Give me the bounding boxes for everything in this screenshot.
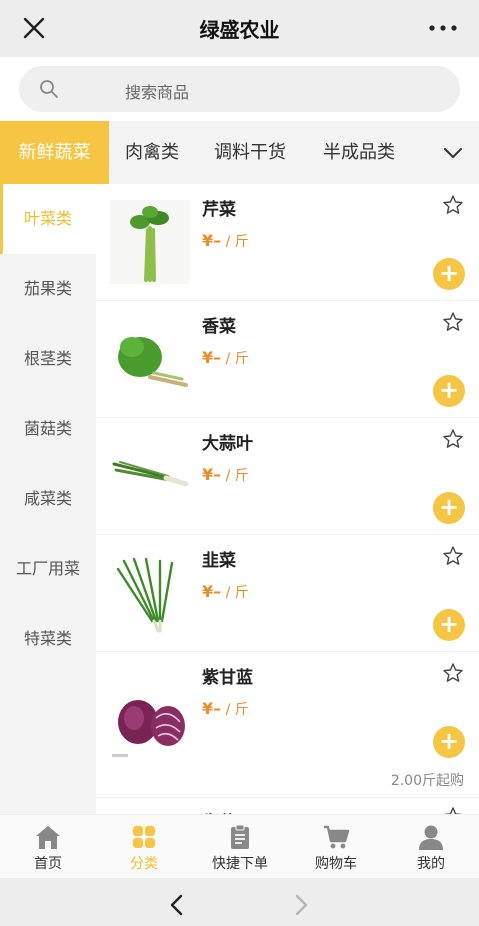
star-icon[interactable]: [442, 806, 464, 814]
product-list: 芹菜 ¥– / 斤 + 香菜 ¥– / 斤 + 大蒜叶 ¥– / 斤 + 韭菜 …: [96, 184, 479, 814]
chevron-down-icon[interactable]: [442, 142, 464, 164]
product-price: ¥– / 斤: [202, 231, 249, 250]
product-name: 大蒜叶: [202, 434, 253, 454]
sidebar-item-special[interactable]: 特菜类: [0, 604, 96, 674]
product-name: 芹菜: [202, 200, 236, 220]
product-price: ¥– / 斤: [202, 582, 249, 601]
nav-label: 我的: [417, 856, 445, 872]
close-icon[interactable]: [20, 14, 48, 42]
chives-image: [110, 551, 190, 635]
category-icon: [133, 826, 155, 848]
nav-category[interactable]: 分类: [96, 815, 192, 879]
list-item[interactable]: 芹菜 ¥– / 斤 +: [96, 184, 479, 301]
list-item[interactable]: 紫甘蓝 ¥– / 斤 + 2.00斤起购: [96, 652, 479, 798]
app-page: 绿盛农业 搜索商品 新鲜蔬菜 肉禽类 调料干货 半成品类 叶菜类 茄果类 根茎类…: [0, 0, 479, 926]
product-name: 韭菜: [202, 551, 236, 571]
sidebar-item-root[interactable]: 根茎类: [0, 324, 96, 394]
tab-seasonings[interactable]: 调料干货: [214, 121, 286, 184]
red-cabbage-image: [110, 678, 190, 762]
back-arrow-icon[interactable]: [168, 894, 186, 916]
nav-quick-order[interactable]: 快捷下单: [192, 815, 288, 879]
min-purchase-label: 2.00斤起购: [390, 773, 464, 789]
product-price: ¥– / 斤: [202, 699, 249, 718]
list-item[interactable]: 韭菜 ¥– / 斤 +: [96, 535, 479, 652]
sidebar-item-mushroom[interactable]: 菌菇类: [0, 394, 96, 464]
nav-label: 首页: [34, 856, 62, 872]
forward-arrow-icon[interactable]: [292, 894, 310, 916]
search-area: 搜索商品: [0, 57, 479, 121]
celery-image: [110, 200, 190, 284]
home-icon: [36, 826, 60, 849]
tab-semi-finished[interactable]: 半成品类: [323, 121, 395, 184]
nav-label: 分类: [130, 856, 158, 872]
list-item[interactable]: 生菜: [96, 798, 479, 814]
sidebar-item-factory[interactable]: 工厂用菜: [0, 534, 96, 604]
sidebar-item-pickled[interactable]: 咸菜类: [0, 464, 96, 534]
nav-cart[interactable]: 购物车: [288, 815, 384, 879]
sidebar-item-leafy[interactable]: 叶菜类: [0, 184, 96, 254]
product-price: ¥– / 斤: [202, 465, 249, 484]
browser-toolbar: [0, 878, 479, 926]
search-input[interactable]: 搜索商品: [19, 66, 460, 112]
category-tabs: 新鲜蔬菜 肉禽类 调料干货 半成品类: [0, 121, 479, 184]
search-icon: [40, 80, 58, 98]
bottom-nav: 首页 分类 快捷下单 购物车 我的: [0, 814, 479, 878]
star-icon[interactable]: [442, 194, 464, 216]
coriander-image: [110, 317, 190, 401]
product-name: 香菜: [202, 317, 236, 337]
add-to-cart-button[interactable]: +: [433, 609, 465, 641]
nav-label: 快捷下单: [212, 856, 268, 872]
product-price: ¥– / 斤: [202, 348, 249, 367]
search-placeholder: 搜索商品: [125, 83, 190, 102]
star-icon[interactable]: [442, 545, 464, 567]
add-to-cart-button[interactable]: +: [433, 375, 465, 407]
add-to-cart-button[interactable]: +: [433, 258, 465, 290]
nav-label: 购物车: [315, 856, 357, 872]
star-icon[interactable]: [442, 662, 464, 684]
add-to-cart-button[interactable]: +: [433, 726, 465, 758]
product-name: 紫甘蓝: [202, 668, 253, 688]
tab-meat-poultry[interactable]: 肉禽类: [125, 121, 179, 184]
page-title: 绿盛农业: [199, 18, 280, 42]
tab-fresh-vegetables[interactable]: 新鲜蔬菜: [0, 121, 109, 184]
nav-profile[interactable]: 我的: [383, 815, 479, 879]
more-dots-icon[interactable]: [427, 18, 459, 38]
title-bar: 绿盛农业: [0, 0, 479, 57]
star-icon[interactable]: [442, 428, 464, 450]
clipboard-icon: [231, 824, 249, 849]
list-item[interactable]: 香菜 ¥– / 斤 +: [96, 301, 479, 418]
subcategory-sidebar: 叶菜类 茄果类 根茎类 菌菇类 咸菜类 工厂用菜 特菜类: [0, 184, 96, 814]
star-icon[interactable]: [442, 311, 464, 333]
cart-icon: [324, 825, 350, 849]
nav-home[interactable]: 首页: [0, 815, 96, 879]
garlic-leaf-image: [110, 434, 190, 518]
user-icon: [419, 825, 443, 850]
list-item[interactable]: 大蒜叶 ¥– / 斤 +: [96, 418, 479, 535]
add-to-cart-button[interactable]: +: [433, 492, 465, 524]
sidebar-item-solanaceous[interactable]: 茄果类: [0, 254, 96, 324]
